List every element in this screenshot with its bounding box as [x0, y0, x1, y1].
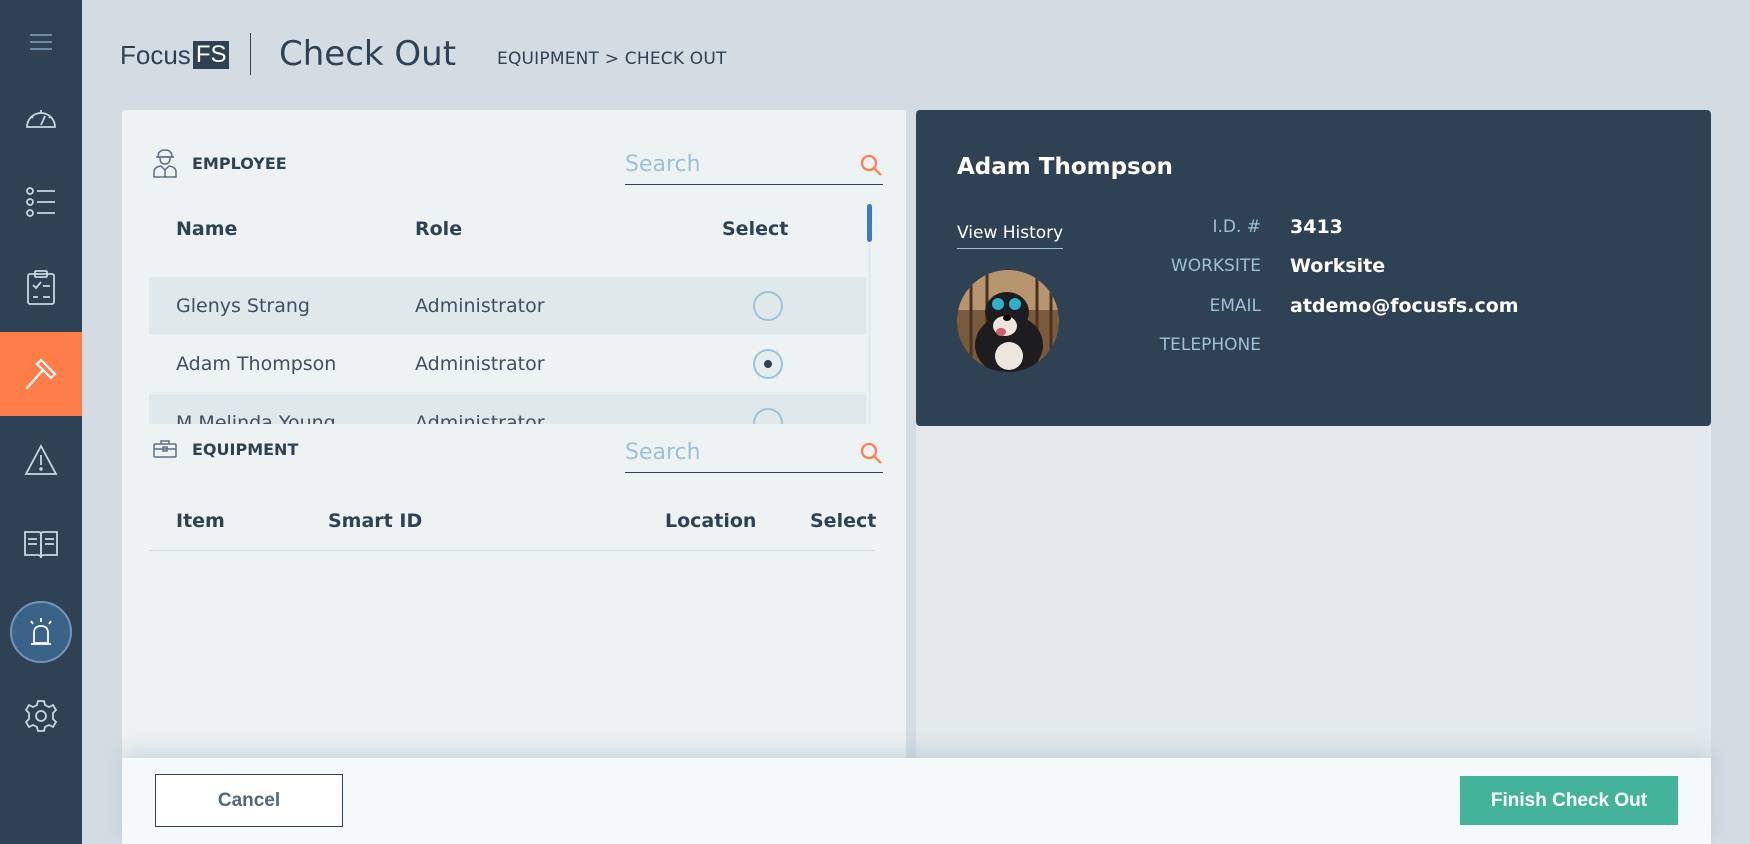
equipment-search [625, 433, 883, 473]
action-footer: Cancel Finish Check Out [122, 758, 1711, 844]
menu-button[interactable] [0, 0, 82, 84]
column-header-smart-id: Smart ID [328, 510, 423, 532]
select-radio[interactable] [753, 290, 783, 321]
id-value: 3413 [1290, 216, 1343, 238]
alarm-button[interactable] [10, 601, 72, 663]
worksite-value: Worksite [1290, 255, 1386, 277]
sidebar [0, 0, 82, 844]
email-label: EMAIL [1209, 296, 1261, 316]
alarm-icon [30, 618, 52, 645]
table-row[interactable]: M Melinda Young Administrator [149, 394, 866, 424]
sidebar-item-list[interactable] [0, 160, 82, 244]
telephone-label: TELEPHONE [1159, 335, 1261, 355]
select-radio-checked[interactable] [753, 348, 783, 379]
book-icon [24, 531, 58, 559]
hammer-icon [25, 358, 57, 390]
gear-icon [24, 700, 58, 732]
view-history-link[interactable]: View History [957, 223, 1064, 249]
list-icon [26, 187, 55, 217]
table-row[interactable]: Adam Thompson Administrator [149, 335, 866, 393]
sidebar-item-dashboard[interactable] [0, 76, 82, 160]
employee-role: Administrator [415, 411, 545, 425]
dashboard-icon [26, 110, 56, 128]
column-header-item: Item [176, 510, 225, 532]
avatar [957, 270, 1059, 372]
select-radio[interactable] [753, 407, 783, 424]
sidebar-item-settings[interactable] [0, 674, 82, 758]
profile-name: Adam Thompson [957, 154, 1173, 180]
employee-search [625, 145, 883, 185]
id-label: I.D. # [1212, 217, 1261, 237]
page-title: Check Out [279, 34, 457, 74]
employee-role: Administrator [415, 294, 545, 317]
search-icon[interactable] [859, 153, 883, 177]
brand-box: FS [192, 41, 230, 69]
employee-name: Adam Thompson [176, 352, 337, 375]
brand-name: Focus [120, 39, 191, 70]
toolbox-icon [153, 440, 177, 458]
worksite-label: WORKSITE [1170, 256, 1261, 276]
selection-panel: EMPLOYEE Name Role Select Glenys Strang … [122, 110, 906, 760]
checklist-icon [27, 270, 55, 305]
sidebar-item-alarm[interactable] [0, 590, 82, 674]
sidebar-item-incidents[interactable] [0, 418, 82, 502]
sidebar-item-equipment[interactable] [0, 332, 82, 416]
table-divider [149, 550, 875, 551]
equipment-heading-label: EQUIPMENT [192, 439, 299, 459]
employee-name: Glenys Strang [176, 294, 310, 317]
employee-name: M Melinda Young [176, 411, 336, 425]
equipment-section-heading: EQUIPMENT [152, 439, 298, 459]
finish-check-out-button[interactable]: Finish Check Out [1460, 776, 1678, 825]
warning-icon [24, 444, 58, 475]
sidebar-item-library[interactable] [0, 502, 82, 586]
brand-logo: Focus FS [120, 39, 230, 70]
email-value: atdemo@focusfs.com [1290, 295, 1519, 317]
worker-icon [153, 149, 177, 178]
column-header-location: Location [665, 510, 757, 532]
employee-profile-card: Adam Thompson View History I.D. # 3413 W… [916, 110, 1711, 426]
employee-section-heading: EMPLOYEE [152, 148, 287, 178]
employee-role: Administrator [415, 352, 545, 375]
header-divider [250, 33, 251, 75]
employee-search-input[interactable] [625, 152, 835, 177]
equipment-search-input[interactable] [625, 440, 835, 465]
menu-icon [30, 34, 52, 50]
breadcrumb: EQUIPMENT > CHECK OUT [497, 49, 727, 69]
table-row[interactable]: Glenys Strang Administrator [149, 277, 866, 335]
search-icon[interactable] [859, 441, 883, 465]
employee-heading-label: EMPLOYEE [192, 153, 287, 173]
cancel-button[interactable]: Cancel [155, 774, 343, 827]
employee-table-body: Glenys Strang Administrator Adam Thompso… [122, 204, 906, 424]
column-header-select: Select [810, 510, 877, 532]
sidebar-item-checklist[interactable] [0, 246, 82, 330]
